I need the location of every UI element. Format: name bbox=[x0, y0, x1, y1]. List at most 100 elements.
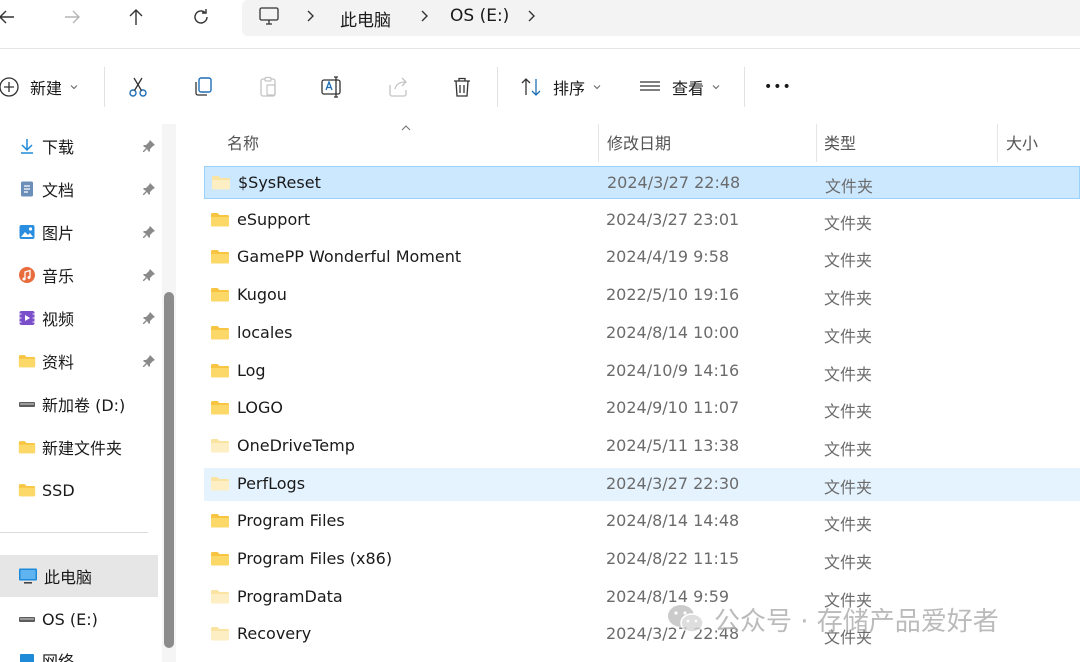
file-type: 文件夹 bbox=[825, 177, 874, 196]
column-header-modified[interactable]: 修改日期 bbox=[607, 124, 671, 160]
file-row[interactable]: locales 2024/8/14 10:00 文件夹 bbox=[204, 317, 1080, 350]
share-icon bbox=[389, 77, 407, 97]
folder-icon bbox=[211, 476, 229, 491]
folder-icon bbox=[211, 325, 229, 340]
file-row[interactable]: Program Files 2024/8/14 14:48 文件夹 bbox=[204, 505, 1080, 538]
pin-icon[interactable] bbox=[142, 182, 156, 196]
chevron-right-icon bbox=[307, 10, 314, 22]
file-name: ProgramData bbox=[237, 586, 343, 606]
sidebar-item-ssd[interactable]: SSD bbox=[0, 470, 160, 510]
folder-icon bbox=[211, 589, 229, 604]
folder-icon bbox=[18, 484, 36, 497]
view-button[interactable]: 查看 bbox=[638, 69, 720, 105]
delete-icon bbox=[454, 77, 470, 97]
folder-icon bbox=[212, 176, 230, 190]
sidebar-item-this-pc[interactable]: 此电脑 bbox=[0, 555, 158, 597]
pin-icon[interactable] bbox=[142, 268, 156, 282]
file-row[interactable]: Log 2024/10/9 14:16 文件夹 bbox=[204, 355, 1080, 388]
sidebar-item-label: SSD bbox=[42, 480, 75, 500]
file-name: locales bbox=[237, 322, 293, 342]
sidebar-item-pictures[interactable]: 图片 bbox=[0, 212, 160, 252]
pin-icon[interactable] bbox=[142, 139, 156, 153]
watermark: 公众号 · 存储产品爱好者 bbox=[666, 600, 999, 638]
sidebar-item-music[interactable]: 音乐 bbox=[0, 255, 160, 295]
pin-icon[interactable] bbox=[142, 311, 156, 325]
wechat-icon bbox=[668, 605, 704, 633]
share-button[interactable] bbox=[386, 69, 410, 105]
navigation-bar: 此电脑 OS (E:) bbox=[0, 0, 1080, 38]
navigation-pane: 下载 文档 图片 音乐 视频 资料 新加卷 (D:) 新建文件夹 SSD 此电脑… bbox=[0, 124, 182, 662]
pin-icon[interactable] bbox=[142, 225, 156, 239]
file-name: GamePP Wonderful Moment bbox=[237, 247, 462, 267]
breadcrumb-this-pc[interactable]: 此电脑 bbox=[340, 6, 391, 31]
sidebar-item-label: 音乐 bbox=[42, 267, 75, 286]
new-button[interactable]: 新建 bbox=[0, 69, 78, 105]
sidebar-item-new-folder[interactable]: 新建文件夹 bbox=[0, 427, 160, 467]
paste-button[interactable] bbox=[256, 69, 280, 105]
column-header-name[interactable]: 名称 bbox=[227, 124, 259, 160]
more-options-button[interactable]: ••• bbox=[764, 69, 792, 105]
file-modified-date: 2024/10/9 14:16 bbox=[606, 360, 740, 380]
sidebar-item-documents[interactable]: 文档 bbox=[0, 169, 160, 209]
file-row[interactable]: OneDriveTemp 2024/5/11 13:38 文件夹 bbox=[204, 430, 1080, 463]
sort-button[interactable]: 排序 bbox=[519, 69, 601, 105]
column-divider[interactable] bbox=[598, 124, 599, 162]
file-row[interactable]: Kugou 2022/5/10 19:16 文件夹 bbox=[204, 279, 1080, 312]
view-button-label: 查看 bbox=[672, 79, 705, 98]
file-type: 文件夹 bbox=[824, 251, 873, 271]
chevron-down-icon bbox=[70, 85, 78, 90]
file-type: 文件夹 bbox=[824, 477, 873, 497]
file-row[interactable]: eSupport 2024/3/27 23:01 文件夹 bbox=[204, 204, 1080, 237]
copy-button[interactable] bbox=[191, 69, 215, 105]
chevron-right-icon bbox=[421, 10, 428, 22]
computer-icon bbox=[259, 7, 279, 25]
refresh-icon bbox=[194, 9, 208, 24]
sidebar-item-label: 视频 bbox=[42, 310, 75, 329]
file-row[interactable]: GamePP Wonderful Moment 2024/4/19 9:58 文件夹 bbox=[204, 241, 1080, 274]
forward-button[interactable] bbox=[57, 2, 87, 32]
sidebar-scrollbar-thumb[interactable] bbox=[164, 292, 174, 648]
file-type: 文件夹 bbox=[824, 364, 873, 384]
delete-button[interactable] bbox=[450, 69, 474, 105]
breadcrumb-drive-e[interactable]: OS (E:) bbox=[450, 6, 509, 26]
file-type: 文件夹 bbox=[824, 402, 873, 422]
column-divider[interactable] bbox=[997, 124, 998, 162]
column-header-size[interactable]: 大小 bbox=[1006, 124, 1038, 160]
up-button[interactable] bbox=[121, 2, 151, 32]
folder-icon bbox=[211, 401, 229, 415]
address-bar[interactable]: 此电脑 OS (E:) bbox=[242, 0, 1080, 36]
sidebar-item-label: 新建文件夹 bbox=[42, 439, 123, 458]
column-header-type[interactable]: 类型 bbox=[824, 124, 856, 160]
watermark-text: 公众号 · 存储产品爱好者 bbox=[714, 606, 999, 637]
folder-icon bbox=[211, 212, 229, 227]
sidebar-item-label: 资料 bbox=[42, 353, 75, 372]
sidebar-item-data-folder[interactable]: 资料 bbox=[0, 341, 160, 381]
paste-icon bbox=[260, 76, 276, 97]
sidebar-item-volume-d[interactable]: 新加卷 (D:) bbox=[0, 384, 160, 424]
file-row[interactable]: Program Files (x86) 2024/8/22 11:15 文件夹 bbox=[204, 543, 1080, 576]
back-button[interactable] bbox=[0, 2, 22, 32]
file-row[interactable]: $SysReset 2024/3/27 22:48 文件夹 bbox=[204, 166, 1080, 199]
sidebar-item-downloads[interactable]: 下载 bbox=[0, 126, 160, 166]
file-modified-date: 2024/3/27 23:01 bbox=[606, 209, 740, 229]
sidebar-item-network[interactable]: 网络 bbox=[0, 640, 160, 662]
file-modified-date: 2024/9/10 11:07 bbox=[606, 398, 740, 418]
sidebar-item-label: 文档 bbox=[42, 181, 75, 200]
rename-button[interactable] bbox=[320, 69, 346, 105]
file-type: 文件夹 bbox=[824, 439, 873, 459]
column-divider[interactable] bbox=[816, 124, 817, 162]
file-modified-date: 2024/8/14 14:48 bbox=[606, 511, 740, 531]
chevron-down-icon bbox=[593, 85, 601, 90]
network-icon bbox=[20, 654, 34, 662]
refresh-button[interactable] bbox=[186, 2, 216, 32]
folder-icon bbox=[211, 552, 229, 566]
sidebar-item-videos[interactable]: 视频 bbox=[0, 298, 160, 338]
pin-icon[interactable] bbox=[142, 354, 156, 368]
file-row[interactable]: LOGO 2024/9/10 11:07 文件夹 bbox=[204, 392, 1080, 425]
file-type: 文件夹 bbox=[824, 326, 873, 346]
sidebar-divider bbox=[0, 532, 148, 533]
sidebar-item-drive-e[interactable]: OS (E:) bbox=[0, 599, 160, 639]
file-modified-date: 2024/5/11 13:38 bbox=[606, 435, 740, 455]
file-row[interactable]: PerfLogs 2024/3/27 22:30 文件夹 bbox=[204, 467, 1080, 501]
cut-button[interactable] bbox=[126, 69, 150, 105]
